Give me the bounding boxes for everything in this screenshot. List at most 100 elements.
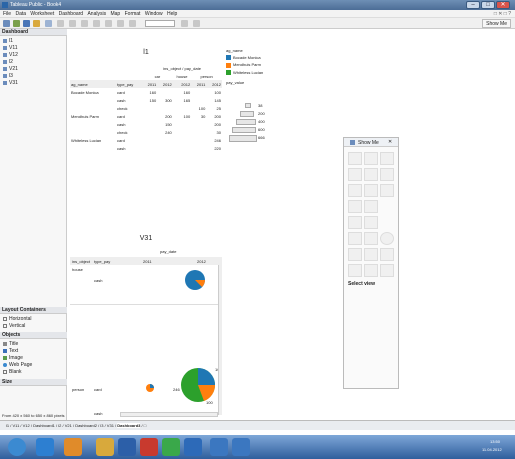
menu-format[interactable]: Format — [125, 10, 141, 18]
app-icon[interactable] — [162, 438, 180, 456]
start-button[interactable] — [8, 438, 26, 456]
pie-person-card-2012[interactable] — [180, 366, 216, 404]
pie-house-cash[interactable] — [185, 269, 205, 291]
symbol-map-icon[interactable] — [348, 168, 362, 181]
tab-l2[interactable]: l2 — [58, 423, 61, 428]
line-chart-icon[interactable] — [348, 184, 362, 197]
ie-icon[interactable] — [36, 438, 54, 456]
label-icon[interactable] — [129, 20, 136, 27]
fit-dropdown[interactable] — [145, 20, 175, 27]
layout-vertical[interactable]: Vertical — [3, 323, 25, 329]
scatter-plot-icon[interactable] — [348, 248, 362, 261]
tableau-icon[interactable] — [210, 438, 228, 456]
show-me-button[interactable]: Show Me — [482, 19, 511, 28]
explorer-icon[interactable] — [232, 438, 250, 456]
menu-file[interactable]: File — [3, 10, 11, 18]
pen-icon[interactable] — [193, 20, 200, 27]
tab-l3[interactable]: l3 — [100, 423, 103, 428]
dual-line-icon[interactable] — [348, 216, 362, 229]
app-icon[interactable] — [140, 438, 158, 456]
pie-slice[interactable] — [150, 384, 154, 388]
object-web-page[interactable]: Web Page — [3, 362, 32, 368]
close-icon[interactable]: ✕ — [388, 139, 392, 145]
menu-window[interactable]: Window — [145, 10, 163, 18]
word-icon[interactable] — [118, 438, 136, 456]
duplicate-icon[interactable] — [57, 20, 64, 27]
sort-desc-icon[interactable] — [105, 20, 112, 27]
menu-help[interactable]: Help — [167, 10, 177, 18]
line-discrete-icon[interactable] — [364, 200, 378, 213]
tab-dashboard3[interactable]: Dashboard3 — [117, 423, 141, 428]
text-table-icon[interactable] — [348, 152, 362, 165]
group-icon[interactable] — [117, 20, 124, 27]
legend-item[interactable]: Bocade Monica — [226, 55, 286, 61]
sheet-item[interactable]: l2 — [3, 59, 13, 65]
swap-icon[interactable] — [81, 20, 88, 27]
app-icon[interactable] — [184, 438, 202, 456]
close-button[interactable]: ✕ — [496, 1, 510, 9]
gantt-icon[interactable] — [348, 264, 362, 277]
sheet-v31[interactable]: V31 pay_date ins_object type_pay 2011 20… — [70, 232, 222, 418]
line-continuous-icon[interactable] — [348, 200, 362, 213]
box-plot-icon[interactable] — [380, 248, 394, 261]
area-continuous-icon[interactable] — [348, 232, 362, 245]
media-icon[interactable] — [64, 438, 82, 456]
dual-combination-icon[interactable] — [364, 232, 378, 245]
clock-time[interactable]: 13:50 — [490, 439, 500, 444]
packed-bubbles-icon[interactable] — [380, 264, 394, 277]
vertical-scrollbar[interactable] — [218, 265, 222, 415]
menu-dashboard[interactable]: Dashboard — [59, 10, 83, 18]
menu-data[interactable]: Data — [15, 10, 26, 18]
pie-slice[interactable] — [198, 368, 215, 385]
sheet-item[interactable]: V31 — [3, 80, 18, 86]
bullet-graph-icon[interactable] — [364, 264, 378, 277]
histogram-icon[interactable] — [364, 248, 378, 261]
legend-item[interactable]: Mendhuis Parm — [226, 62, 286, 68]
menu-analysis[interactable]: Analysis — [87, 10, 106, 18]
sort-asc-icon[interactable] — [93, 20, 100, 27]
tab-v11[interactable]: V11 — [12, 423, 19, 428]
object-text[interactable]: Text — [3, 348, 18, 354]
new-datasource-icon[interactable] — [33, 20, 40, 27]
menu-worksheet[interactable]: Worksheet — [30, 10, 54, 18]
tab-v12[interactable]: V12 — [23, 423, 30, 428]
new-sheet-icon[interactable] — [45, 20, 52, 27]
minimize-button[interactable]: – — [466, 1, 480, 9]
save-icon[interactable] — [23, 20, 30, 27]
tab-v21[interactable]: V21 — [65, 423, 72, 428]
undo-icon[interactable] — [3, 20, 10, 27]
object-blank[interactable]: Blank — [3, 369, 22, 375]
sheet-item[interactable]: l3 — [3, 73, 13, 79]
heat-map-icon[interactable] — [364, 152, 378, 165]
layout-horizontal[interactable]: Horizontal — [3, 316, 32, 322]
object-image[interactable]: Image — [3, 355, 23, 361]
sheet-item[interactable]: l1 — [3, 38, 13, 44]
clock-date[interactable]: 11.04.2012 — [482, 447, 502, 452]
horizontal-scrollbar[interactable] — [120, 412, 218, 417]
highlight-table-icon[interactable] — [380, 152, 394, 165]
object-title[interactable]: Title — [3, 341, 18, 347]
tab-l1[interactable]: l1 — [6, 423, 9, 428]
highlight-icon[interactable] — [181, 20, 188, 27]
tab-dashboard1[interactable]: Dashboard1 — [33, 423, 55, 428]
legend-item[interactable]: Whiteless Lucian — [226, 70, 286, 76]
stacked-bar-icon[interactable] — [380, 168, 394, 181]
sheet-l1[interactable]: l1 ins_object / pay_date car house perso… — [70, 46, 222, 226]
area-icon[interactable] — [364, 216, 378, 229]
maximize-button[interactable]: □ — [481, 1, 495, 9]
clear-icon[interactable] — [69, 20, 76, 27]
tab-new[interactable]: □ — [144, 423, 146, 428]
scatter-icon[interactable] — [364, 184, 378, 197]
tab-dashboard2[interactable]: Dashboard2 — [75, 423, 97, 428]
bar-chart-icon[interactable] — [364, 168, 378, 181]
pie-person-card-2011[interactable] — [145, 382, 155, 394]
folder-icon[interactable] — [96, 438, 114, 456]
sheet-item[interactable]: V12 — [3, 52, 18, 58]
side-by-side-icon[interactable] — [380, 184, 394, 197]
sheet-item[interactable]: V11 — [3, 45, 18, 51]
sheet-item[interactable]: V21 — [3, 66, 18, 72]
inner-window-controls[interactable]: □ ✕ □ ? — [494, 10, 511, 18]
pie-chart-icon[interactable] — [380, 232, 394, 245]
menu-map[interactable]: Map — [110, 10, 120, 18]
tab-v31[interactable]: V31 — [107, 423, 114, 428]
